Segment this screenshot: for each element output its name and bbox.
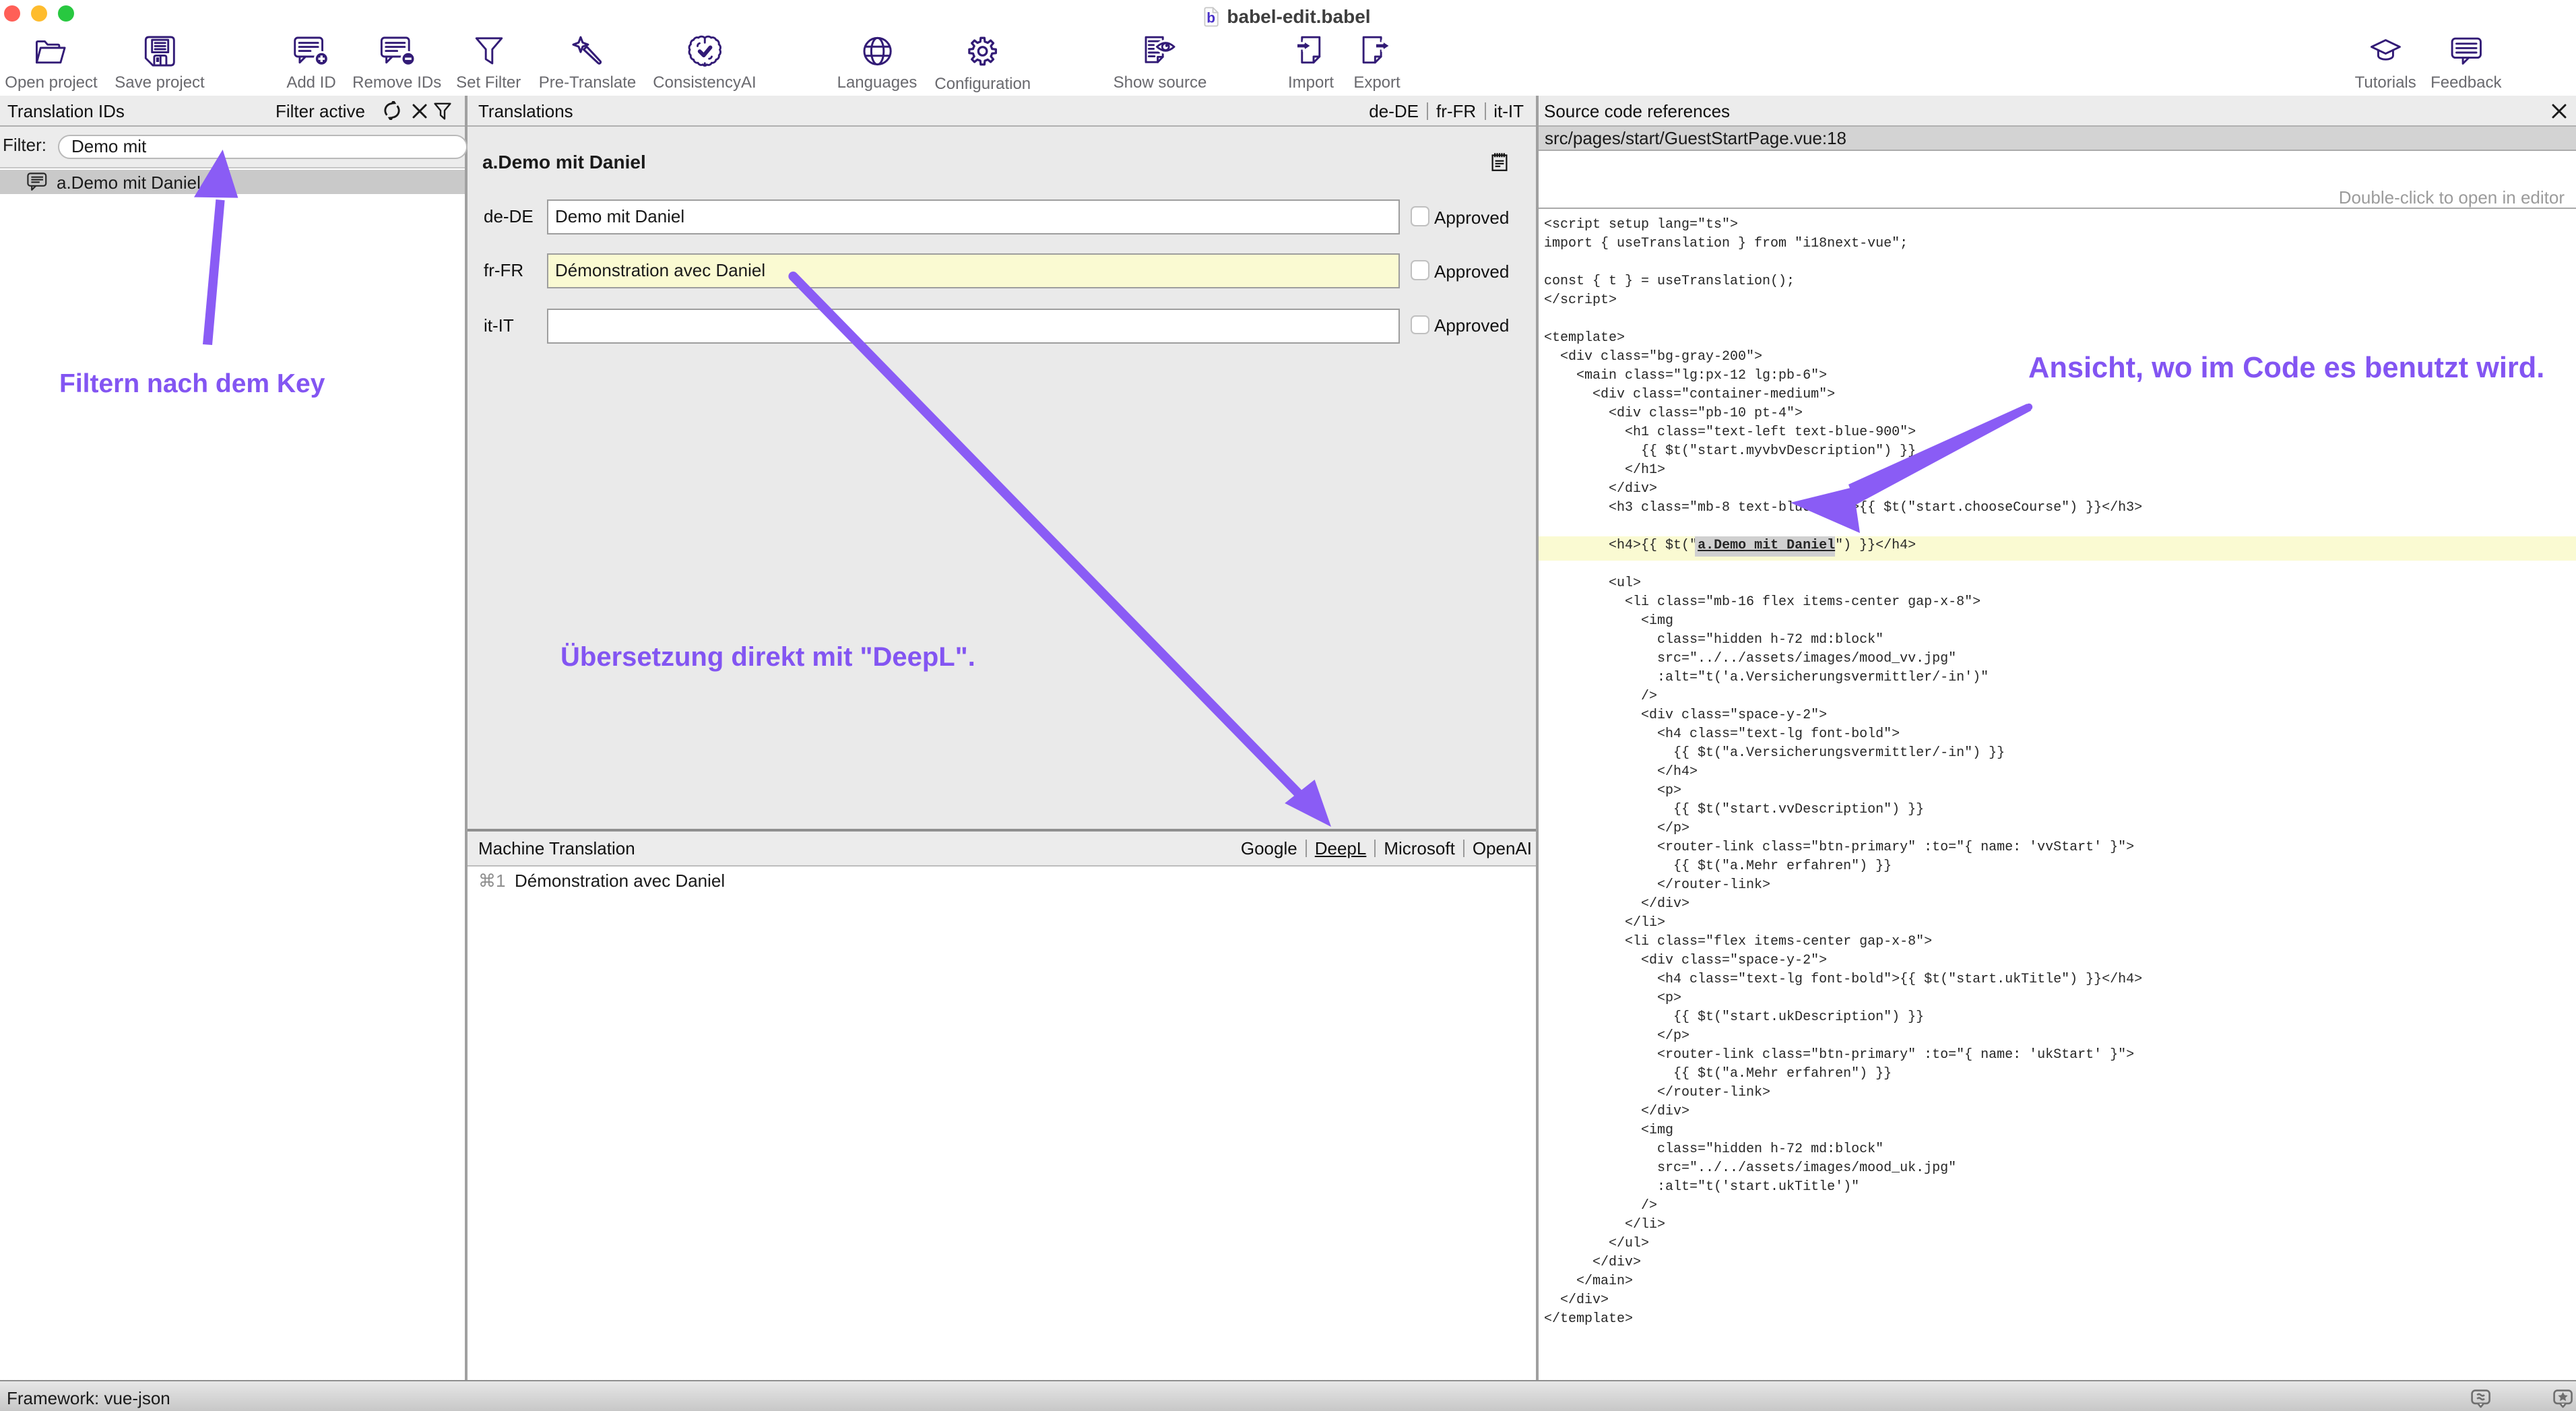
svg-text:b: b xyxy=(1206,11,1215,26)
